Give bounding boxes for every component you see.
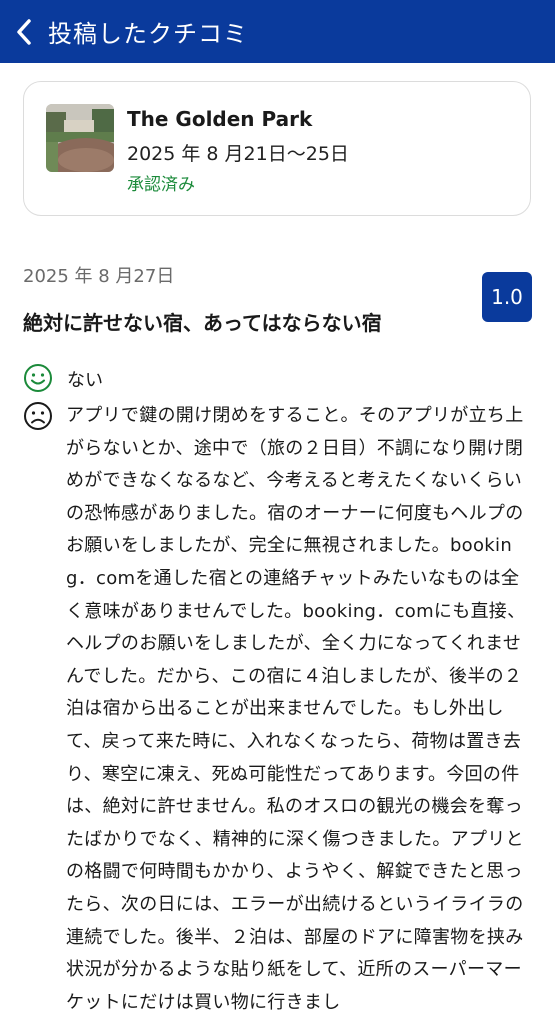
chevron-left-icon [17,18,31,45]
hotel-card[interactable]: The Golden Park 2025 年 8 月21日〜25日 承認済み [23,81,531,216]
negative-comment: アプリで鍵の開け閉めをすること。そのアプリが立ち上がらないとか、途中で（旅の２日… [66,405,526,1013]
positive-comment: ない [67,370,103,391]
stay-dates: 2025 年 8 月21日〜25日 [127,143,349,165]
review-date: 2025 年 8 月27日 [23,266,175,287]
approval-status: 承認済み [127,175,195,195]
review-title: 絶対に許せない宿、あってはならない宿 [23,311,382,335]
smile-icon [24,364,52,392]
score-badge: 1.0 [482,272,532,322]
frown-icon [24,402,52,430]
back-button[interactable] [2,0,46,63]
hotel-name: The Golden Park [127,107,313,131]
hotel-thumbnail [46,104,114,172]
page-title: 投稿したクチコミ [48,20,248,48]
top-bar: 投稿したクチコミ [0,0,555,63]
